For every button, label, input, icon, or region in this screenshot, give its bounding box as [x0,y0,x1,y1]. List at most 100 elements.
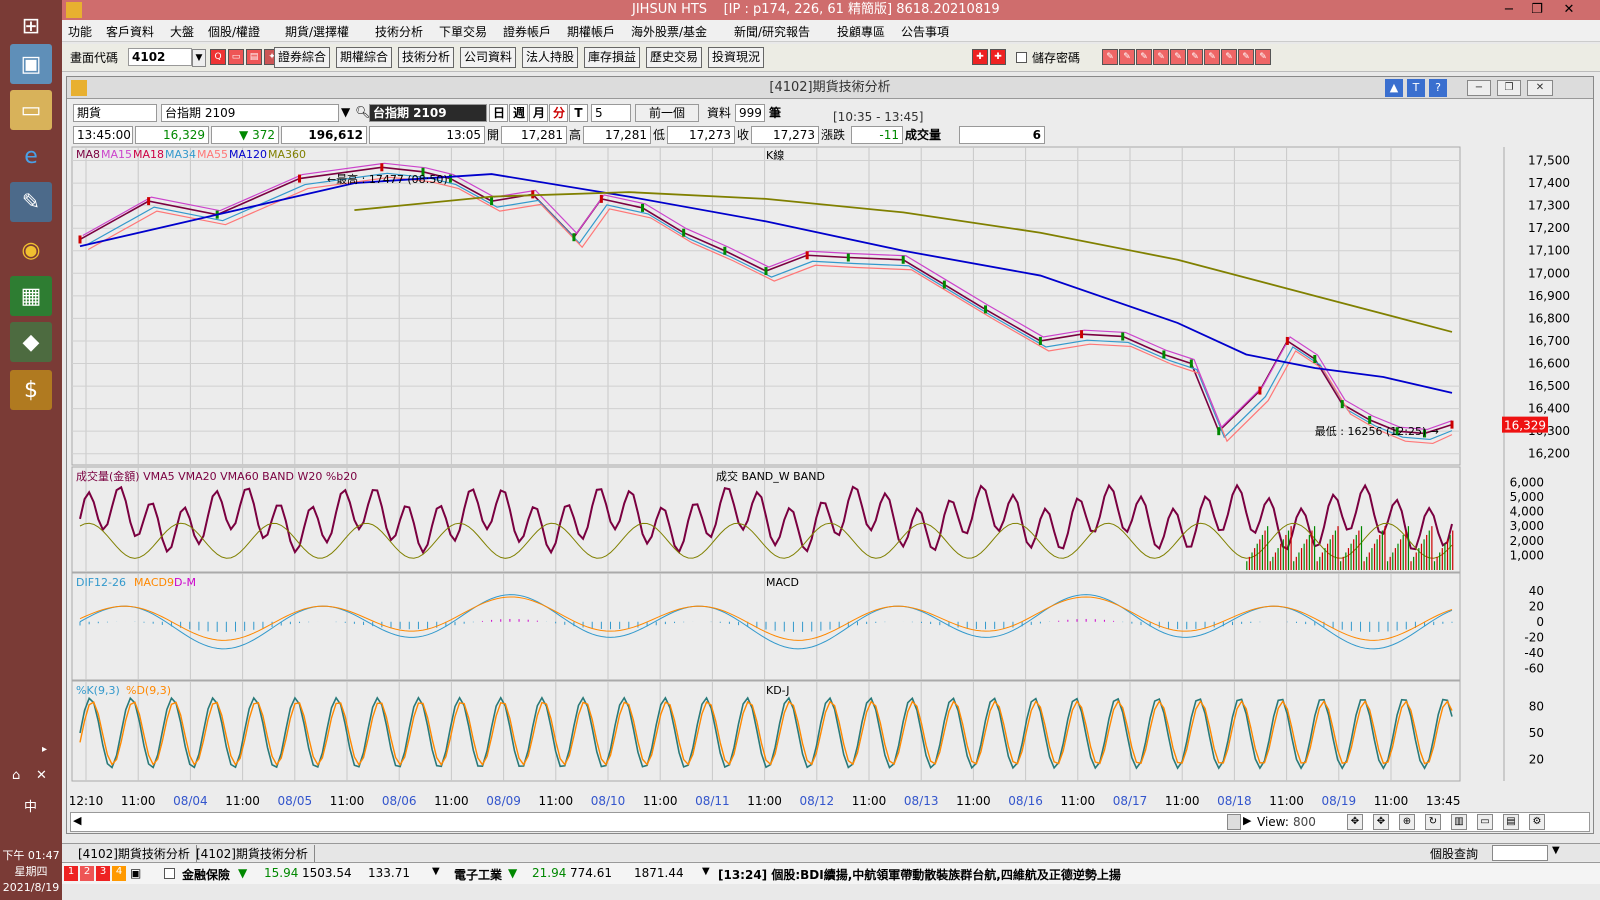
drawing-tool-icon-6[interactable]: ✎ [1204,49,1220,65]
drawing-tool-icon-4[interactable]: ✎ [1170,49,1186,65]
screen-code-input[interactable]: 4102 [128,48,192,66]
period-button-1[interactable]: 週 [509,104,528,122]
menu-item-0[interactable]: 功能 [68,23,92,40]
menu-item-11[interactable]: 投顧專區 [837,23,885,40]
chart-tool-icon-5[interactable]: ▭ [1477,814,1493,830]
chart-tool-icon-3[interactable]: ↻ [1425,814,1441,830]
drawing-tool-icon-8[interactable]: ✎ [1238,49,1254,65]
drawing-tool-icon-5[interactable]: ✎ [1187,49,1203,65]
page-2-icon[interactable]: 2 [80,866,94,881]
drawing-tool-icon-3[interactable]: ✎ [1153,49,1169,65]
menu-item-9[interactable]: 海外股票/基金 [631,23,707,40]
help-icon[interactable]: ? [1429,79,1447,97]
arrow-up-icon[interactable]: ▲ [1385,79,1403,97]
minimize-icon[interactable]: − [1496,0,1522,20]
toolbar-button-5[interactable]: 庫存損益 [584,47,641,68]
menu-item-5[interactable]: 技術分析 [375,23,423,40]
windows-start-icon[interactable]: ⊞ [10,6,52,46]
period-button-0[interactable]: 日 [489,104,508,122]
stock-query-dropdown-icon[interactable]: ▼ [1552,845,1560,856]
restore-icon[interactable]: ❐ [1524,0,1550,20]
window-app-icon[interactable]: ▣ [10,44,52,84]
toolbar-button-3[interactable]: 公司資料 [460,47,517,68]
paint-icon[interactable]: ✎ [10,182,52,222]
drawing-tool-icon-1[interactable]: ✎ [1119,49,1135,65]
sector1-dropdown-icon[interactable]: ▼ [432,866,440,877]
menu-item-4[interactable]: 期貨/選擇權 [285,23,349,40]
notes-icon[interactable]: ◆ [10,322,52,362]
ime-indicator[interactable]: 中 [24,796,37,815]
chart-tool-icon-6[interactable]: ▤ [1503,814,1519,830]
menu-item-10[interactable]: 新聞/研究報告 [734,23,810,40]
chevron-right-icon[interactable]: ▸ [42,744,47,755]
drawing-tool-icon-9[interactable]: ✎ [1255,49,1271,65]
menu-item-6[interactable]: 下單交易 [439,23,487,40]
drawing-tool-icon-0[interactable]: ✎ [1102,49,1118,65]
flag2-icon[interactable]: ✚ [990,49,1006,65]
save-password-checkbox[interactable] [1016,52,1027,63]
calendar-icon[interactable]: ▤ [246,49,262,65]
sector2-dropdown-icon[interactable]: ▼ [702,866,710,877]
drawing-tool-icon-2[interactable]: ✎ [1136,49,1152,65]
ticker-checkbox[interactable] [164,868,175,879]
chart-scrollbar[interactable]: ◀ ▶ View: 800 ✥ ✥ ⊕ ↻ ▥ ▭ ▤ ⚙ [70,812,1590,832]
toolbar-button-0[interactable]: 證券綜合 [274,47,331,68]
menu-item-7[interactable]: 證券帳戶 [503,23,551,40]
magnifier-icon[interactable]: 🔍︎ [355,105,370,119]
page-4-icon[interactable]: 4 [112,866,126,881]
folder-icon[interactable]: ▭ [10,90,52,130]
volume-muted-icon[interactable]: ✕ [36,768,47,783]
period-button-2[interactable]: 月 [529,104,548,122]
chart-tool-icon-4[interactable]: ▥ [1451,814,1467,830]
period-button-4[interactable]: T [569,104,588,122]
lock-icon[interactable]: ▣ [130,866,141,880]
system-clock[interactable]: 下午 01:47 星期四 2021/8/19 [0,848,62,896]
minutes-select[interactable]: 5 [591,104,631,122]
toolbar-button-7[interactable]: 投資現況 [708,47,765,68]
panel-minimize-icon[interactable]: − [1467,80,1491,96]
scroll-left-icon[interactable]: ◀ [73,814,81,827]
ie-browser-icon[interactable]: e [10,136,52,176]
menu-item-1[interactable]: 客戶資料 [106,23,154,40]
toolbar-button-2[interactable]: 技術分析 [398,47,455,68]
panel-restore-icon[interactable]: ❐ [1497,80,1521,96]
close-icon[interactable]: ✕ [1556,0,1582,20]
menu-item-12[interactable]: 公告事項 [901,23,949,40]
code-dropdown-icon[interactable]: ▼ [192,49,206,67]
contract-select[interactable]: 台指期 2109 [161,104,339,122]
flag-icon[interactable]: ✚ [972,49,988,65]
window-tab-0[interactable]: [4102]期貨技術分析 [72,845,197,862]
page-3-icon[interactable]: 3 [96,866,110,881]
chrome-icon[interactable]: ◉ [10,230,52,270]
menu-item-2[interactable]: 大盤 [170,23,194,40]
chart-tool-icon-2[interactable]: ⊕ [1399,814,1415,830]
news-headline[interactable]: [13:24] 個股:BDI續揚,中航領軍帶動散裝族群台航,四維航及正德逆勢上揚 [718,866,1121,883]
chart-tool-icon-0[interactable]: ✥ [1347,814,1363,830]
toolbar-button-4[interactable]: 法人持股 [522,47,579,68]
network-icon[interactable]: ⌂ [12,768,20,783]
previous-button[interactable]: 前一個 [635,104,699,122]
spreadsheet-icon[interactable]: ▦ [10,276,52,316]
data-count-input[interactable]: 999 [735,104,765,122]
menu-item-3[interactable]: 個股/權證 [208,23,260,40]
drawing-tool-icon-7[interactable]: ✎ [1221,49,1237,65]
contract-dropdown-icon[interactable]: ▼ [341,105,350,119]
stock-query-input[interactable] [1492,845,1548,861]
card-icon[interactable]: ▭ [228,49,244,65]
t-icon[interactable]: T [1407,79,1425,97]
panel-close-icon[interactable]: ✕ [1527,80,1553,96]
period-button-3[interactable]: 分 [549,104,568,122]
chart-tool-icon-1[interactable]: ✥ [1373,814,1389,830]
window-tab-1[interactable]: [4102]期貨技術分析 [190,845,315,862]
toolbar-button-1[interactable]: 期權綜合 [336,47,393,68]
page-1-icon[interactable]: 1 [64,866,78,881]
scroll-thumb[interactable] [1227,814,1241,830]
market-select[interactable]: 期貨 [73,104,157,122]
toolbar-button-6[interactable]: 歷史交易 [646,47,703,68]
technical-chart[interactable]: 17,500 17,400 17,300 17,200 17,100 17,000 16,9… [66,145,1594,811]
menu-item-8[interactable]: 期權帳戶 [567,23,615,40]
search-icon[interactable]: Q [210,49,226,65]
chart-tool-icon-7[interactable]: ⚙ [1529,814,1545,830]
hts-app-icon[interactable]: $ [10,370,52,410]
scroll-right-icon[interactable]: ▶ [1243,814,1251,827]
